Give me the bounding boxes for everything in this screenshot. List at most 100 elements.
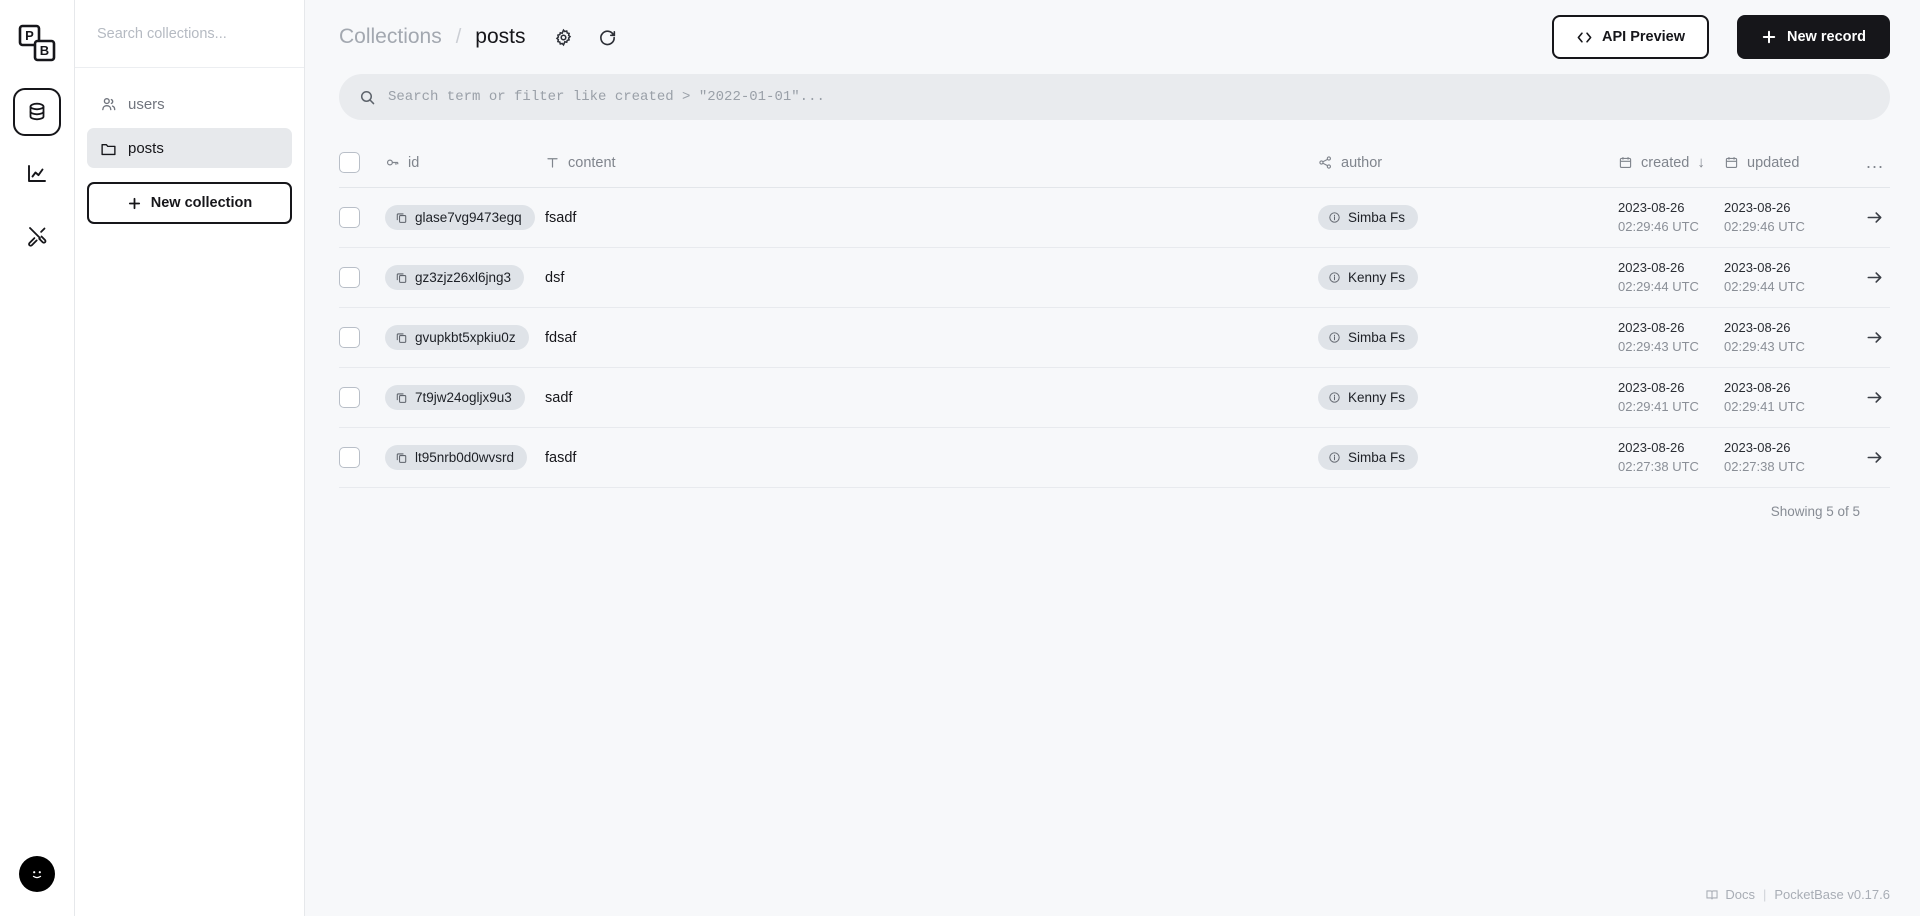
row-checkbox[interactable] [339,387,360,408]
svg-text:B: B [40,43,49,58]
created-date: 2023-08-26 [1618,379,1685,395]
copy-icon [395,451,408,464]
breadcrumb-root[interactable]: Collections [339,25,442,49]
cell-content: fdsaf [545,307,1318,368]
pocketbase-logo-icon: P B [14,20,60,66]
id-value: gvupkbt5xpkiu0z [415,330,516,345]
left-rail: P B [0,0,75,916]
updated-time: 02:29:43 UTC [1724,338,1805,354]
open-record-arrow-icon[interactable] [1830,208,1890,227]
open-record-arrow-icon[interactable] [1830,328,1890,347]
updated-time: 02:29:44 UTC [1724,278,1805,294]
column-header-id[interactable]: id [385,142,545,188]
id-pill[interactable]: 7t9jw24ogljx9u3 [385,385,525,410]
table-row[interactable]: glase7vg9473egq fsadf Simba Fs 2023-08-26 02… [339,187,1890,248]
new-collection-label: New collection [150,195,253,211]
sidebar-item-users[interactable]: users [87,84,292,124]
created-date: 2023-08-26 [1618,439,1685,455]
main-content: Collections / posts API Preview New reco… [305,0,1920,916]
column-header-created[interactable]: created ↓ [1618,142,1724,188]
key-icon [385,155,400,170]
open-record-arrow-icon[interactable] [1830,448,1890,467]
cell-author: Kenny Fs [1318,367,1618,428]
docs-link[interactable]: Docs [1705,887,1755,902]
info-icon [1328,331,1341,344]
id-pill[interactable]: gvupkbt5xpkiu0z [385,325,529,350]
page-title: posts [475,25,526,48]
id-value: gz3zjz26xl6jng3 [415,270,512,285]
collections-sidebar: users posts New collection [75,0,305,916]
rail-item-logs[interactable] [13,150,61,198]
avatar[interactable] [19,856,55,892]
rail-item-collections[interactable] [13,88,61,136]
footer-separator: | [1762,887,1767,902]
book-icon [1705,888,1719,902]
copy-icon [395,271,408,284]
table-row[interactable]: gz3zjz26xl6jng3 dsf Kenny Fs 2023-08-26 02:2… [339,247,1890,308]
api-preview-button[interactable]: API Preview [1552,15,1710,59]
cell-updated: 2023-08-26 02:29:41 UTC [1724,367,1830,428]
content-value: sadf [545,389,573,406]
cell-id: gvupkbt5xpkiu0z [385,307,545,368]
table-row[interactable]: gvupkbt5xpkiu0z fdsaf Simba Fs 2023-08-26 02… [339,307,1890,368]
info-icon [1328,391,1341,404]
column-header-content[interactable]: content [545,142,1318,188]
content-value: fsadf [545,209,577,226]
column-header-author[interactable]: author [1318,142,1618,188]
records-table: id content author created ↓ updated ... … [339,142,1890,488]
edit-collection-button[interactable] [547,21,579,53]
id-pill[interactable]: glase7vg9473egq [385,205,535,230]
author-value: Simba Fs [1348,450,1406,465]
row-checkbox[interactable] [339,447,360,468]
sidebar-item-label: users [128,95,165,113]
author-pill[interactable]: Simba Fs [1318,205,1419,230]
author-pill[interactable]: Simba Fs [1318,445,1419,470]
column-label: updated [1747,154,1800,171]
table-row[interactable]: 7t9jw24ogljx9u3 sadf Kenny Fs 2023-08-26 02:… [339,367,1890,428]
cell-created: 2023-08-26 02:29:46 UTC [1618,187,1724,248]
select-all-checkbox[interactable] [339,152,360,173]
sidebar-item-label: posts [128,139,164,157]
author-pill[interactable]: Simba Fs [1318,325,1419,350]
sidebar-item-posts[interactable]: posts [87,128,292,168]
row-checkbox[interactable] [339,207,360,228]
sort-arrow-icon[interactable]: ↓ [1697,154,1705,171]
new-collection-button[interactable]: New collection [87,182,292,224]
id-pill[interactable]: lt95nrb0d0wvsrd [385,445,528,470]
column-header-more[interactable]: ... [1830,142,1890,188]
updated-time: 02:27:38 UTC [1724,458,1805,474]
version-label: PocketBase v0.17.6 [1774,887,1890,902]
author-value: Simba Fs [1348,210,1406,225]
open-record-arrow-icon[interactable] [1830,388,1890,407]
created-time: 02:29:43 UTC [1618,338,1699,354]
row-checkbox[interactable] [339,267,360,288]
filter-input[interactable] [388,89,1870,105]
author-pill[interactable]: Kenny Fs [1318,265,1419,290]
table-row[interactable]: lt95nrb0d0wvsrd fasdf Simba Fs 2023-08-26 02… [339,427,1890,488]
row-select-cell [339,367,385,428]
cell-content: sadf [545,367,1318,428]
plus-icon [127,196,142,211]
collections-search [75,0,304,68]
updated-date: 2023-08-26 [1724,439,1791,455]
updated-date: 2023-08-26 [1724,319,1791,335]
filter-bar[interactable] [339,74,1890,120]
new-record-button[interactable]: New record [1737,15,1890,59]
row-checkbox[interactable] [339,327,360,348]
created-time: 02:29:44 UTC [1618,278,1699,294]
id-pill[interactable]: gz3zjz26xl6jng3 [385,265,525,290]
cell-open [1830,187,1890,248]
cell-updated: 2023-08-26 02:29:44 UTC [1724,247,1830,308]
api-preview-label: API Preview [1602,29,1686,45]
column-header-updated[interactable]: updated [1724,142,1830,188]
id-value: lt95nrb0d0wvsrd [415,450,515,465]
cell-content: dsf [545,247,1318,308]
author-pill[interactable]: Kenny Fs [1318,385,1419,410]
refresh-button[interactable] [591,21,623,53]
open-record-arrow-icon[interactable] [1830,268,1890,287]
search-collections-input[interactable] [97,25,282,42]
cell-open [1830,307,1890,368]
folder-icon [99,139,117,157]
footer: Docs | PocketBase v0.17.6 [1705,887,1890,902]
rail-item-settings[interactable] [13,212,61,260]
